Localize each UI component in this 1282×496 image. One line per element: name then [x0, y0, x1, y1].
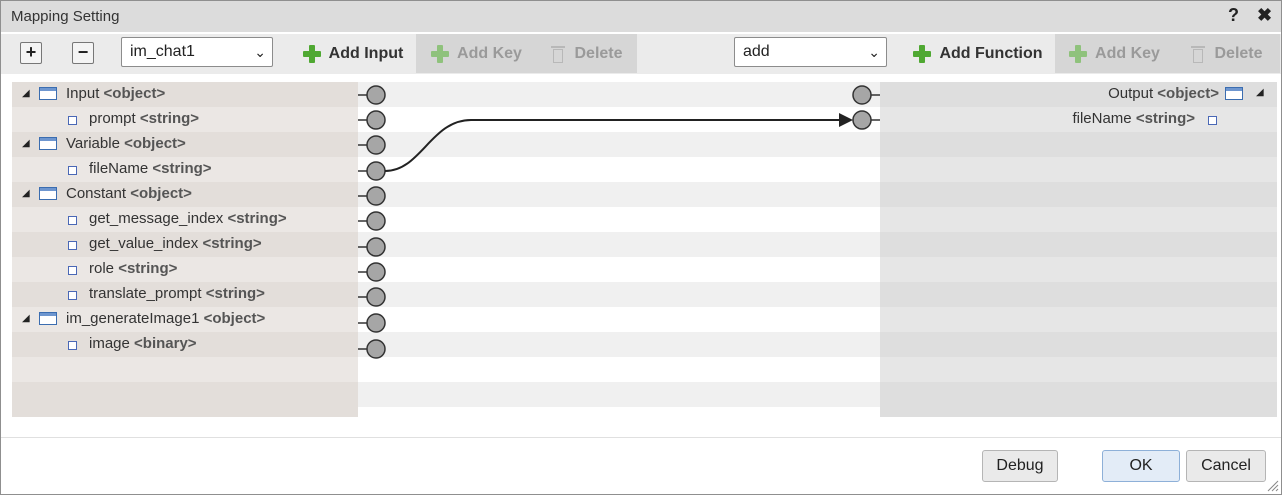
- source-port[interactable]: [366, 85, 386, 105]
- arrow-head-icon: [839, 113, 853, 127]
- target-port[interactable]: [852, 110, 872, 130]
- source-port[interactable]: [366, 339, 386, 359]
- cancel-button[interactable]: Cancel: [1186, 450, 1266, 482]
- mapping-connectors: [358, 85, 880, 359]
- mapping-setting-dialog: Mapping Setting ? ✖ + − im_chat1 ⌄ Add I…: [0, 0, 1282, 495]
- resize-grip-icon[interactable]: [1267, 480, 1279, 492]
- source-port[interactable]: [366, 287, 386, 307]
- source-port[interactable]: [366, 186, 386, 206]
- debug-button[interactable]: Debug: [982, 450, 1058, 482]
- footer-divider: [1, 437, 1281, 438]
- source-port[interactable]: [366, 161, 386, 181]
- source-port[interactable]: [366, 135, 386, 155]
- source-port[interactable]: [366, 237, 386, 257]
- source-port[interactable]: [366, 110, 386, 130]
- mapping-line[interactable]: [384, 119, 841, 172]
- source-port[interactable]: [366, 313, 386, 333]
- ok-button[interactable]: OK: [1102, 450, 1180, 482]
- source-port[interactable]: [366, 211, 386, 231]
- source-port[interactable]: [366, 262, 386, 282]
- target-port[interactable]: [852, 85, 872, 105]
